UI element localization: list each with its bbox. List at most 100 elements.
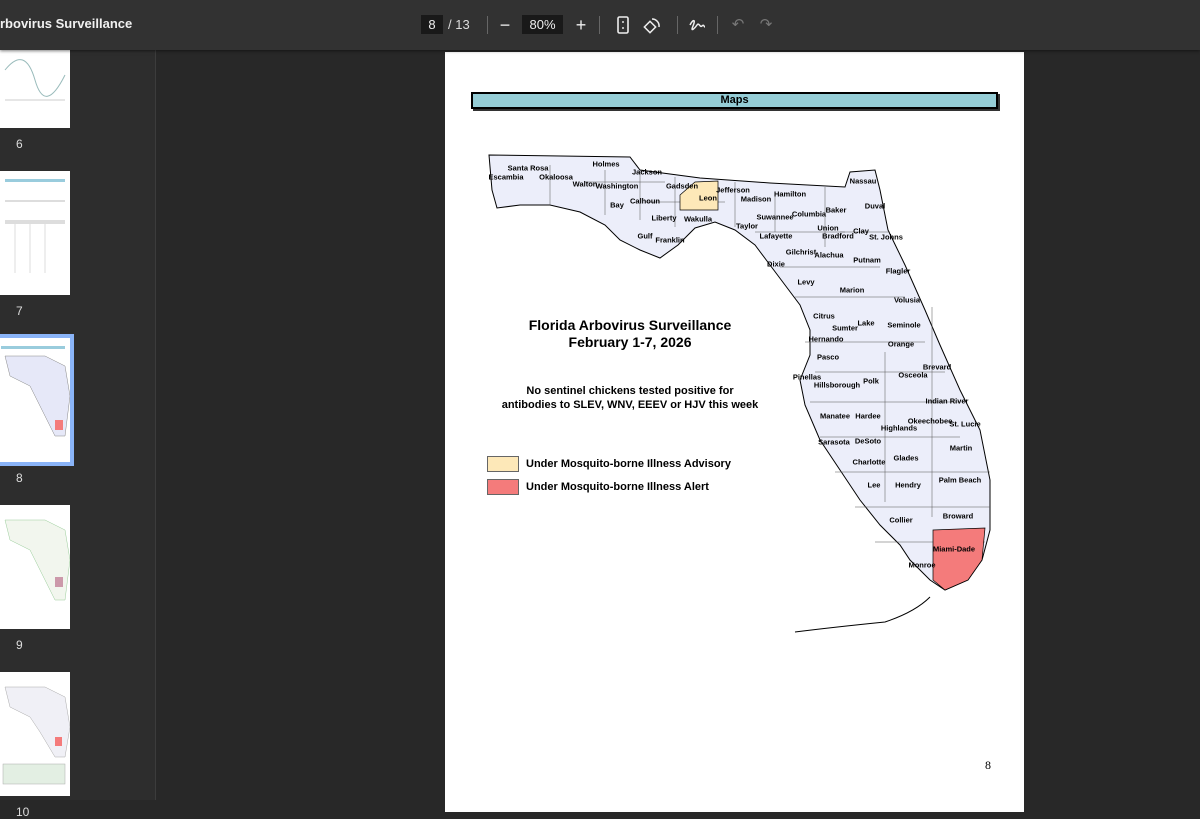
county-label: Holmes: [592, 159, 620, 169]
county-label: Citrus: [813, 311, 835, 321]
county-label: Indian River: [925, 396, 969, 406]
county-label: Gilchrist: [785, 247, 817, 257]
county-label: Volusia: [893, 295, 921, 305]
county-label: Jefferson: [716, 185, 750, 195]
county-label: Lake: [857, 318, 875, 328]
document-title: rbovirus Surveillance: [0, 16, 133, 31]
county-label: Hamilton: [773, 189, 807, 199]
county-label: Levy: [797, 277, 815, 287]
zoom-out-button[interactable]: −: [494, 14, 516, 36]
county-label: Collier: [889, 515, 913, 525]
county-label: Clay: [853, 226, 869, 236]
county-label: Suwannee: [756, 212, 794, 222]
county-label: Walton: [572, 179, 598, 189]
county-label: Calhoun: [630, 196, 660, 206]
pdf-page: Maps Escambia Santa Rosa Okaloosa Holmes Jac…: [445, 52, 1024, 812]
county-label: Hardee: [855, 411, 881, 421]
annotate-icon[interactable]: [686, 14, 708, 36]
thumbnail-page-6[interactable]: [0, 40, 70, 128]
toolbar: rbovirus Surveillance 8 / 13 − 80% + ↶ ↷: [0, 0, 1200, 50]
county-label: Putnam: [853, 255, 881, 265]
thumbnail-label: 7: [16, 304, 23, 318]
county-label: Seminole: [887, 320, 921, 330]
map-title: Florida Arbovirus Surveillance February 1…: [505, 317, 755, 351]
county-label: Okaloosa: [539, 172, 573, 182]
county-label: Orange: [887, 339, 915, 349]
legend-swatch: [487, 479, 519, 495]
county-label: Manatee: [819, 411, 851, 421]
undo-icon[interactable]: ↶: [727, 14, 749, 36]
county-label: Madison: [740, 194, 772, 204]
zoom-level-input[interactable]: 80%: [522, 15, 563, 34]
county-label: Polk: [863, 376, 879, 386]
county-label: Washington: [595, 181, 639, 191]
summary-line: antibodies to SLEV, WNV, EEEV or HJV thi…: [501, 399, 759, 411]
divider: [677, 16, 678, 34]
date-line: February 1-7, 2026: [568, 334, 692, 350]
county-label: Jackson: [631, 167, 663, 177]
title-line: Florida Arbovirus Surveillance: [528, 317, 732, 333]
county-label: Leon: [699, 193, 717, 203]
county-label: Highlands: [880, 423, 918, 433]
page-number: 8: [985, 758, 991, 772]
county-label: Taylor: [736, 221, 758, 231]
thumbnail-page-10[interactable]: [0, 672, 71, 796]
county-label: Sumter: [832, 323, 858, 333]
county-label: Franklin: [655, 235, 685, 245]
map-summary: No sentinel chickens tested positive for…: [485, 384, 775, 412]
county-label: Bradford: [822, 231, 854, 241]
zoom-in-button[interactable]: +: [570, 14, 592, 36]
thumbnail-label: 6: [16, 137, 23, 151]
divider: [599, 16, 600, 34]
county-label: Bay: [610, 200, 624, 210]
page-number-input[interactable]: 8: [421, 15, 443, 34]
county-label: St. Johns: [869, 232, 903, 242]
county-label: Miami-Dade: [932, 544, 976, 554]
county-label: Liberty: [651, 213, 677, 223]
fit-page-icon[interactable]: [612, 14, 634, 36]
redo-icon[interactable]: ↷: [755, 14, 777, 36]
county-label: Baker: [825, 205, 847, 215]
county-label: Lee: [867, 480, 881, 490]
county-label: Dixie: [767, 259, 785, 269]
legend-swatch: [487, 456, 519, 472]
county-label: Hernando: [808, 334, 844, 344]
county-label: Osceola: [898, 370, 928, 380]
county-label: Glades: [893, 453, 919, 463]
divider: [487, 16, 488, 34]
county-label: Escambia: [488, 172, 524, 182]
summary-line: No sentinel chickens tested positive for: [526, 385, 734, 397]
thumbnail-label: 10: [16, 805, 30, 819]
legend-label: Under Mosquito-borne Illness Advisory: [526, 458, 731, 470]
county-label: Nassau: [849, 176, 877, 186]
divider: [717, 16, 718, 34]
thumbnail-page-8[interactable]: [0, 334, 74, 466]
county-label: Duval: [864, 201, 886, 211]
county-label: Alachua: [814, 250, 844, 260]
legend-label: Under Mosquito-borne Illness Alert: [526, 481, 709, 493]
rotate-icon[interactable]: [641, 14, 663, 36]
page-total: / 13: [448, 17, 470, 32]
county-label: Gulf: [637, 231, 653, 241]
county-label: Columbia: [791, 209, 827, 219]
legend-alert: Under Mosquito-borne Illness Alert: [487, 479, 709, 495]
thumbnail-label: 9: [16, 638, 23, 652]
county-label: Hendry: [895, 480, 921, 490]
county-label: Hillsborough: [813, 380, 861, 390]
county-label: DeSoto: [854, 436, 882, 446]
county-label: Pasco: [816, 352, 840, 362]
county-label: Monroe: [908, 560, 936, 570]
county-label: Broward: [942, 511, 974, 521]
thumbnail-label: 8: [16, 471, 23, 485]
thumbnail-page-7[interactable]: [0, 171, 70, 295]
county-label: Marion: [839, 285, 865, 295]
county-label: St. Lucie: [949, 419, 981, 429]
county-label: Martin: [949, 443, 973, 453]
legend-advisory: Under Mosquito-borne Illness Advisory: [487, 456, 731, 472]
county-label: Charlotte: [852, 457, 886, 467]
county-label: Wakulla: [683, 214, 713, 224]
county-label: Lafayette: [759, 231, 793, 241]
county-label: Flagler: [885, 266, 911, 276]
thumbnail-page-9[interactable]: [0, 505, 71, 629]
thumbnail-sidebar[interactable]: 6 7 8 9 10: [0, 40, 156, 819]
